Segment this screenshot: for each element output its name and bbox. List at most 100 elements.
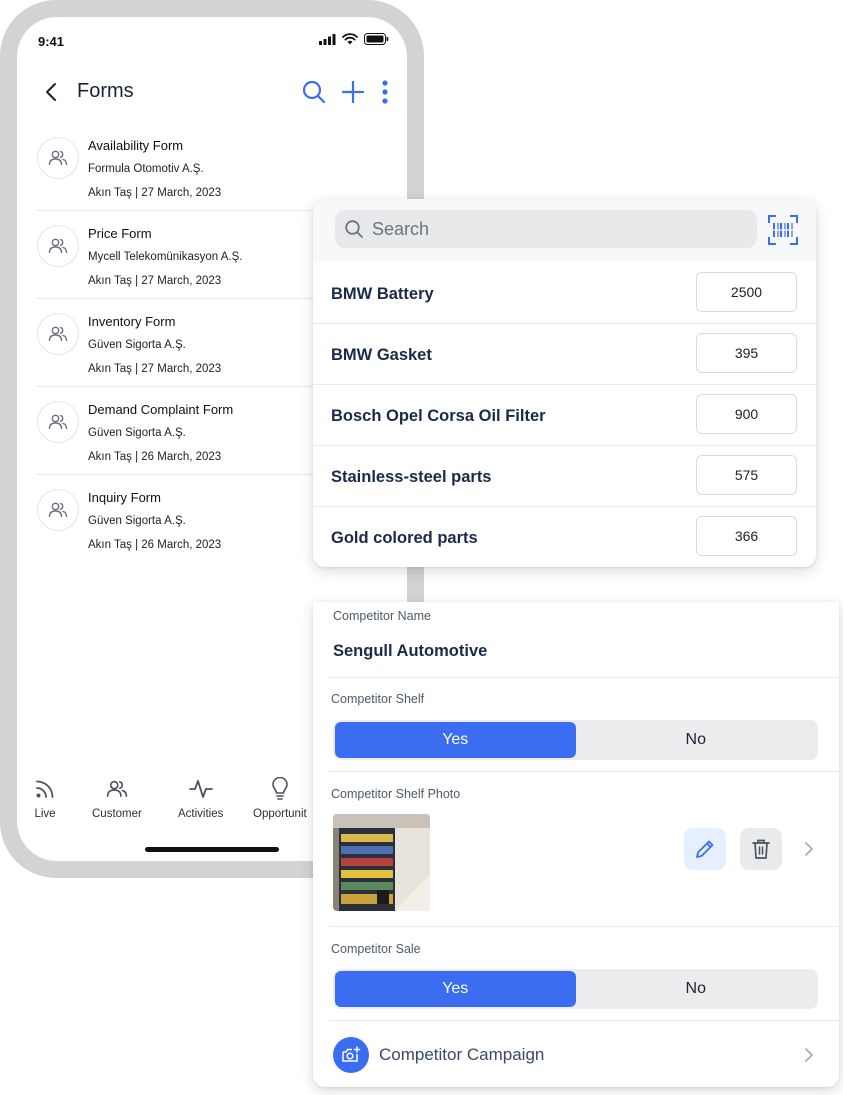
product-quantity-card: BMW Battery BMW Gasket Bosch Opel Corsa … [313,199,816,567]
tab-activities[interactable]: Activities [178,777,223,820]
shelf-no-button[interactable]: No [576,722,817,758]
divider [329,926,839,927]
product-name: BMW Gasket [331,346,432,364]
wifi-icon [342,33,358,45]
users-icon [48,502,68,518]
competitor-sale-label: Competitor Sale [331,942,421,956]
chevron-right-icon[interactable] [801,1047,817,1063]
competitor-campaign-label: Competitor Campaign [379,1045,545,1064]
form-company: Güven Sigorta A.Ş. [88,515,186,527]
status-bar: 9:41 [17,17,407,67]
competitor-campaign-row[interactable]: Competitor Campaign [313,1022,839,1087]
product-search-input[interactable] [364,210,724,248]
chevron-right-icon[interactable] [801,841,817,857]
competitor-shelf-label: Competitor Shelf [331,692,425,706]
competitor-form-card: Competitor Name Sengull Automotive Compe… [313,602,839,1087]
form-company: Güven Sigorta A.Ş. [88,339,186,351]
pencil-icon [696,840,714,858]
tab-customer[interactable]: Customer [92,777,142,820]
competitor-shelf-toggle: Yes No [333,720,818,760]
shelf-yes-button[interactable]: Yes [335,722,576,758]
divider [329,771,839,772]
shelf-photo-image [333,814,430,911]
search-icon [345,220,363,238]
shelf-photo-thumbnail[interactable] [333,814,430,911]
lightbulb-icon [268,777,292,801]
tab-label: Activities [178,808,224,820]
product-quantity-input[interactable] [696,516,797,556]
delete-photo-button[interactable] [740,828,782,870]
form-title: Demand Complaint Form [88,402,234,417]
camera-plus-icon [342,1046,361,1062]
campaign-icon-badge [333,1037,369,1073]
tab-label: Opportunit [253,808,307,820]
sale-no-button[interactable]: No [576,971,817,1007]
form-meta: Akın Taş | 26 March, 2023 [88,451,222,463]
product-name: BMW Battery [331,285,434,303]
product-row: Stainless-steel parts [313,446,816,507]
form-avatar [37,313,79,355]
form-meta: Akın Taş | 27 March, 2023 [88,275,222,287]
search-box [335,210,757,248]
form-company: Mycell Telekomünikasyon A.Ş. [88,251,243,263]
rss-icon [33,777,57,801]
competitor-name-label: Competitor Name [333,609,431,623]
product-row: Bosch Opel Corsa Oil Filter [313,385,816,446]
form-company: Güven Sigorta A.Ş. [88,427,186,439]
users-icon [48,414,68,430]
home-indicator [145,847,279,852]
competitor-shelf-photo-label: Competitor Shelf Photo [331,787,461,801]
competitor-name-value[interactable]: Sengull Automotive [333,642,487,661]
tab-live[interactable]: Live [33,777,57,820]
form-meta: Akın Taş | 27 March, 2023 [88,363,222,375]
form-meta: Akın Taş | 26 March, 2023 [88,539,222,551]
sale-yes-button[interactable]: Yes [335,971,576,1007]
add-icon[interactable] [340,79,366,105]
page-title: Forms [77,80,134,102]
activity-icon [188,777,213,801]
product-name: Gold colored parts [331,529,478,547]
product-row: BMW Battery [313,263,816,324]
trash-icon [752,839,770,859]
users-icon [48,326,68,342]
form-company: Formula Otomotiv A.Ş. [88,163,204,175]
form-title: Price Form [88,226,152,241]
product-row: BMW Gasket [313,324,816,385]
form-avatar [37,401,79,443]
divider [329,1020,839,1021]
product-quantity-input[interactable] [696,272,797,312]
users-icon [105,777,129,801]
form-avatar [37,489,79,531]
form-title: Inquiry Form [88,490,161,505]
product-list: BMW Battery BMW Gasket Bosch Opel Corsa … [313,263,816,568]
product-name: Stainless-steel parts [331,468,492,486]
status-time: 9:41 [38,34,65,49]
product-quantity-input[interactable] [696,455,797,495]
barcode-scan-icon[interactable] [767,214,799,246]
product-row: Gold colored parts [313,507,816,568]
form-meta: Akın Taş | 27 March, 2023 [88,187,222,199]
form-list-item[interactable]: Availability Form Formula Otomotiv A.Ş. … [37,123,407,211]
more-vertical-icon[interactable] [372,79,398,105]
tab-label: Live [34,808,56,820]
product-quantity-input[interactable] [696,333,797,373]
users-icon [48,238,68,254]
nav-header: Forms [17,73,407,113]
signal-icon [319,33,336,45]
product-name: Bosch Opel Corsa Oil Filter [331,407,546,425]
form-title: Inventory Form [88,314,176,329]
edit-photo-button[interactable] [684,828,726,870]
status-icons [319,33,389,45]
competitor-sale-toggle: Yes No [333,969,818,1009]
divider [329,677,839,678]
search-bar-area [313,199,816,261]
form-title: Availability Form [88,138,184,153]
tab-label: Customer [92,808,142,820]
product-quantity-input[interactable] [696,394,797,434]
battery-icon [364,33,389,45]
tab-opportunities[interactable]: Opportunit [253,777,307,820]
form-avatar [37,225,79,267]
back-arrow-icon[interactable] [41,81,63,103]
users-icon [48,150,68,166]
search-icon[interactable] [301,79,327,105]
